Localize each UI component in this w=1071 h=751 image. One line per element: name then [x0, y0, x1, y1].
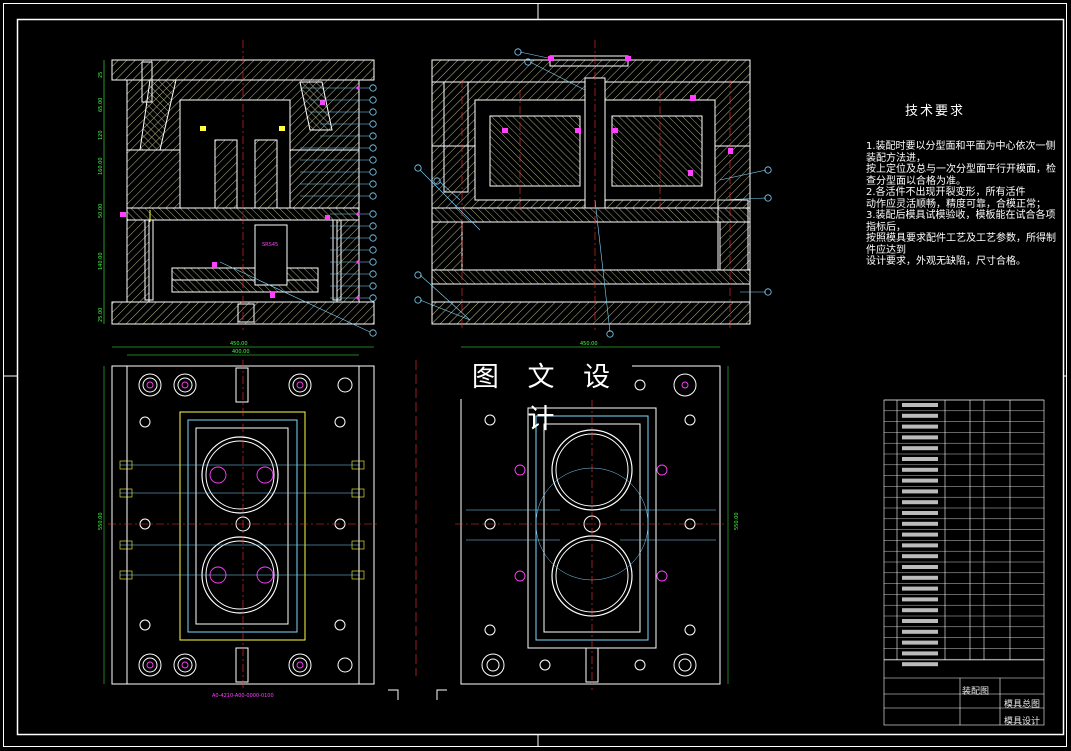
technical-requirements-title: 技术要求: [905, 104, 966, 119]
plan-view-left: 450.00 400.00 550.00 A0-4210-A00-0000-01…: [98, 341, 378, 699]
requirement-line: 设计要求，外观无缺陷，尺寸合格。: [866, 256, 1026, 267]
parts-list-row-glyphs: [902, 565, 938, 569]
parts-list-row-glyphs: [902, 521, 938, 526]
svg-text:160.00: 160.00: [98, 158, 104, 176]
svg-text:450.00: 450.00: [580, 341, 598, 347]
parts-list-row-glyphs: [902, 424, 938, 429]
parts-list-row-glyphs: [902, 554, 938, 559]
svg-text:550.00: 550.00: [734, 513, 740, 531]
parts-list-row-glyphs: [902, 619, 938, 623]
section-view-left: SRS45 25 65.00 120 160.00 50.00 140.00 2…: [98, 40, 377, 337]
svg-text:25.00: 25.00: [98, 308, 104, 322]
requirement-line: 动作应灵活顺畅，精度可靠，合模正常；: [866, 198, 1046, 210]
parts-list-row-glyphs: [902, 532, 938, 537]
title-block-drawing-name: 装配图: [962, 687, 990, 697]
parts-list-row-glyphs: [902, 435, 938, 440]
section-view-right: [414, 40, 772, 338]
parts-list-row-glyphs: [902, 629, 938, 634]
parts-list-row-glyphs: [902, 640, 938, 645]
parts-list-row-glyphs: [902, 403, 938, 407]
svg-text:120: 120: [98, 130, 104, 140]
svg-text:450.00: 450.00: [230, 341, 248, 347]
svg-text:25: 25: [98, 72, 104, 78]
parts-list-row-glyphs: [902, 457, 938, 461]
parts-list-row-glyphs: [902, 446, 938, 451]
parts-list-row-glyphs: [902, 500, 938, 505]
parts-list-row-glyphs: [902, 413, 938, 418]
parts-list-row-glyphs: [902, 543, 938, 548]
requirement-line: 2.各活件不出现开裂变形，所有活件: [866, 187, 1026, 198]
parts-list-row-glyphs: [902, 511, 938, 515]
technical-requirements-body: 1.装配时要以分型面和平面为中心依次一侧装配方法进， 按上定位及总与一次分型面平…: [866, 141, 1056, 268]
svg-text:140.00: 140.00: [98, 253, 104, 271]
parts-list-row-glyphs: [902, 467, 938, 472]
svg-text:SRS45: SRS45: [262, 242, 278, 248]
parts-list-row-glyphs: [902, 489, 938, 494]
svg-text:550.00: 550.00: [98, 513, 104, 531]
parts-list-row-glyphs: [902, 608, 938, 613]
requirement-line: 按上定位及总与一次分型面平行开模面，检查分型面以合格为准。: [866, 164, 1056, 187]
requirement-line: 1.装配时要以分型面和平面为中心依次一侧装配方法进，: [866, 141, 1056, 164]
title-block-project-code: 模具设计: [1004, 717, 1041, 727]
parts-list-row-glyphs: [902, 478, 938, 483]
svg-text:50.00: 50.00: [98, 204, 104, 218]
svg-text:65.00: 65.00: [98, 98, 104, 112]
requirement-line: 3.装配后模具试模验收，模板能在试合各项指标后，: [866, 210, 1056, 233]
requirement-line: 按照模具要求配件工艺及工艺参数，所得制件应达到: [866, 233, 1056, 256]
parts-list-rows: [884, 399, 1044, 667]
view-break-marks: [388, 689, 447, 700]
parts-list-row-glyphs: [902, 597, 938, 602]
title-block-drawing-label: 模具总图: [1004, 700, 1041, 710]
svg-text:400.00: 400.00: [232, 349, 250, 355]
part-number-label: A0-4210-A00-0000-0100: [212, 693, 274, 699]
parts-list-row-glyphs: [902, 575, 938, 580]
parts-list-row-glyphs: [902, 586, 938, 591]
watermark-banner: 图 文 设 计: [460, 357, 632, 435]
parts-list-row-glyphs: [902, 651, 938, 656]
parts-list-row-glyphs: [902, 662, 938, 667]
